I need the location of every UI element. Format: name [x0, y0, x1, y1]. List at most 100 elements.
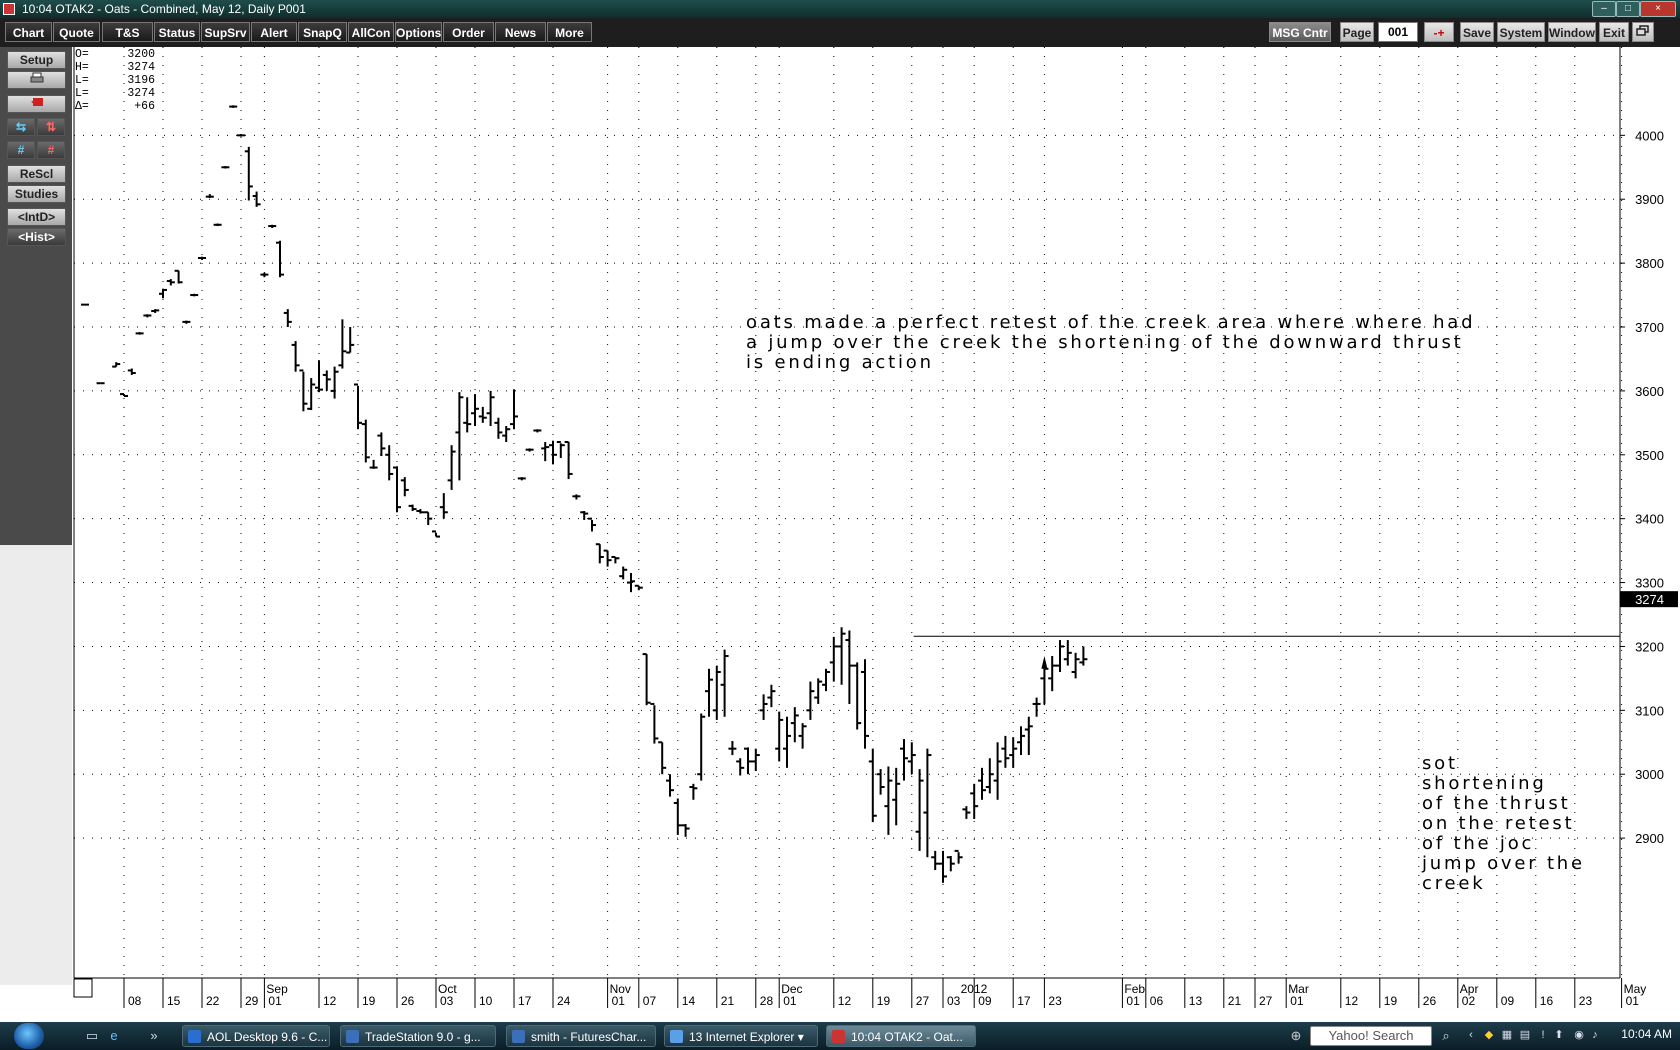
allcon-button[interactable]: AllCon: [348, 22, 394, 42]
window-title: 10:04 OTAK2 - Oats - Combined, May 12, D…: [22, 2, 306, 16]
price-bars: [81, 105, 1088, 883]
day-label: 19: [877, 994, 891, 1008]
task-label: AOL Desktop 9.6 - C...: [207, 1030, 328, 1044]
taskbar-internet-explorer[interactable]: 13 Internet Explorer ▾: [664, 1025, 818, 1047]
price-tick-label: 3600: [1635, 384, 1664, 399]
task-label: smith - FuturesChar...: [531, 1030, 647, 1044]
day-label: 15: [167, 994, 181, 1008]
tray-calendar-icon[interactable]: ▦: [1500, 1028, 1514, 1042]
price-tick-label: 3100: [1635, 703, 1664, 718]
tray-expand-icon[interactable]: ‹: [1464, 1028, 1478, 1042]
day-label: 22: [206, 994, 220, 1008]
page-label: Page: [1340, 22, 1374, 42]
start-button[interactable]: [14, 1023, 44, 1049]
window-button[interactable]: Window: [1548, 22, 1596, 42]
hp-icon[interactable]: ⊕: [1288, 1028, 1304, 1044]
day-label: 12: [838, 994, 852, 1008]
quote-button[interactable]: Quote: [53, 22, 100, 42]
clock-text: 10:04 AM: [1621, 1027, 1672, 1041]
day-label: 26: [401, 994, 415, 1008]
day-label: 13: [1189, 994, 1203, 1008]
day-label: 01: [1126, 994, 1140, 1008]
day-label: 10: [479, 994, 493, 1008]
snapq-button[interactable]: SnapQ: [298, 22, 347, 42]
day-label: 09: [1501, 994, 1515, 1008]
day-label: 01: [268, 994, 282, 1008]
tradestation-icon: [346, 1030, 359, 1043]
date-axis: Sep Oct Nov Dec 2012 Feb Mar Apr May08 15 22 29 01 12…: [73, 978, 1646, 1008]
price-tick-label: 4000: [1635, 128, 1664, 143]
page-number-input[interactable]: 001: [1378, 22, 1418, 42]
day-label: 07: [643, 994, 657, 1008]
status-button[interactable]: Status: [154, 22, 200, 42]
tray-speaker-icon[interactable]: ♪: [1588, 1028, 1602, 1042]
news-button[interactable]: News: [495, 22, 546, 42]
day-label: 19: [362, 994, 376, 1008]
exit-button[interactable]: Exit: [1599, 22, 1629, 42]
tray-update-icon[interactable]: ⬆: [1552, 1028, 1566, 1042]
price-tick-label: 3400: [1635, 512, 1664, 527]
supsrv-button[interactable]: SupSrv: [201, 22, 250, 42]
chart-button[interactable]: Chart: [5, 22, 52, 42]
restore-icon[interactable]: [1632, 22, 1654, 42]
yahoo-search-box[interactable]: Yahoo! Search: [1310, 1026, 1432, 1046]
taskbar-tradestation[interactable]: TradeStation 9.0 - g...: [340, 1025, 496, 1047]
day-label: 23: [1579, 994, 1593, 1008]
day-label: 03: [947, 994, 961, 1008]
task-label: 13 Internet Explorer ▾: [689, 1030, 804, 1044]
message-center-button[interactable]: MSG Cntr: [1269, 22, 1331, 42]
system-button[interactable]: System: [1497, 22, 1545, 42]
day-label: 28: [760, 994, 774, 1008]
search-icon[interactable]: ⌕: [1438, 1028, 1454, 1044]
tray-network-icon[interactable]: ▤: [1518, 1028, 1532, 1042]
maximize-button[interactable]: □: [1616, 1, 1640, 17]
alert-button[interactable]: Alert: [251, 22, 297, 42]
day-label: 06: [1150, 994, 1164, 1008]
taskbar-smith[interactable]: smith - FuturesChar...: [506, 1025, 656, 1047]
price-tick-label: 3000: [1635, 767, 1664, 782]
tray-app-icon[interactable]: ◆: [1482, 1028, 1496, 1042]
day-label: 01: [1626, 994, 1640, 1008]
options-button[interactable]: Options: [395, 22, 442, 42]
taskbar-aol-desktop[interactable]: AOL Desktop 9.6 - C...: [182, 1025, 330, 1047]
main-toolbar: Chart Quote T&S Status SupSrv Alert Snap…: [0, 18, 1680, 47]
page-step-button[interactable]: -+: [1424, 22, 1454, 42]
task-label: 10:04 OTAK2 - Oat...: [851, 1030, 963, 1044]
time-and-sales-button[interactable]: T&S: [102, 22, 153, 42]
day-label: 16: [1540, 994, 1554, 1008]
day-label: 19: [1384, 994, 1398, 1008]
price-tick-label: 3800: [1635, 256, 1664, 271]
tray-alert-icon[interactable]: !: [1536, 1028, 1550, 1042]
day-label: 23: [1048, 994, 1062, 1008]
minimize-button[interactable]: –: [1592, 1, 1616, 17]
ie-quicklaunch-icon[interactable]: e: [106, 1028, 122, 1044]
close-button[interactable]: ×: [1640, 1, 1676, 17]
show-desktop-icon[interactable]: ▭: [84, 1028, 100, 1044]
day-label: 29: [245, 994, 259, 1008]
day-label: 27: [1259, 994, 1273, 1008]
retest-annotation: oats made a perfect retest of the creek …: [746, 312, 1476, 373]
yahoo-search-placeholder: Yahoo! Search: [1328, 1028, 1414, 1043]
day-label: 01: [612, 994, 626, 1008]
day-label: 12: [1345, 994, 1359, 1008]
price-tick-label: 3900: [1635, 192, 1664, 207]
save-button[interactable]: Save: [1460, 22, 1494, 42]
price-tick-label: 2900: [1635, 831, 1664, 846]
app-icon: [3, 3, 15, 15]
sot-annotation: sot shortening of the thrust on the rete…: [1422, 753, 1585, 894]
day-label: 01: [1290, 994, 1304, 1008]
day-label: 26: [1423, 994, 1437, 1008]
day-label: 21: [721, 994, 735, 1008]
order-button[interactable]: Order: [443, 22, 494, 42]
more-button[interactable]: More: [547, 22, 592, 42]
day-label: 02: [1462, 994, 1476, 1008]
day-label: 27: [916, 994, 930, 1008]
title-bar: 10:04 OTAK2 - Oats - Combined, May 12, D…: [0, 0, 1680, 18]
more-quicklaunch-icon[interactable]: »: [146, 1028, 162, 1044]
price-tick-label: 3200: [1635, 639, 1664, 654]
chart-grid: [73, 47, 1623, 979]
tray-volume-icon[interactable]: ◉: [1572, 1028, 1586, 1042]
taskbar-otak2-chart[interactable]: 10:04 OTAK2 - Oat...: [826, 1025, 976, 1047]
day-label: 03: [440, 994, 454, 1008]
ie-icon: [670, 1030, 683, 1043]
